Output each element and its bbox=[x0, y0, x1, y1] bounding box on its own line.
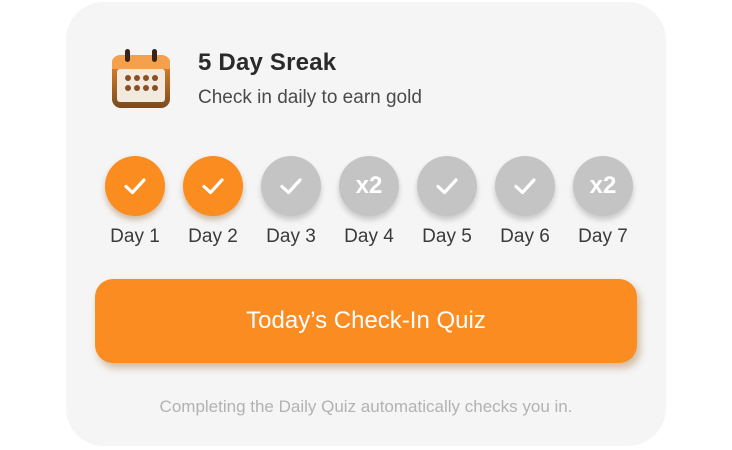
day-item-3: Day 3 bbox=[256, 156, 326, 252]
day-item-6: Day 6 bbox=[490, 156, 560, 252]
day-status-circle bbox=[105, 156, 165, 216]
streak-title: 5 Day Sreak bbox=[198, 49, 337, 76]
day-label: Day 7 bbox=[578, 226, 628, 247]
day-item-5: Day 5 bbox=[412, 156, 482, 252]
day-label: Day 4 bbox=[344, 226, 394, 247]
check-icon bbox=[436, 178, 458, 195]
check-icon bbox=[202, 178, 224, 195]
day-label: Day 2 bbox=[188, 226, 238, 247]
streak-header: 5 Day Sreak Check in daily to earn gold bbox=[110, 48, 422, 110]
day-status-circle bbox=[495, 156, 555, 216]
day-item-1: Day 1 bbox=[100, 156, 170, 252]
day-item-2: Day 2 bbox=[178, 156, 248, 252]
day-status-circle bbox=[417, 156, 477, 216]
day-label: Day 6 bbox=[500, 226, 550, 247]
day-label: Day 5 bbox=[422, 226, 472, 247]
day-item-4: x2 Day 4 bbox=[334, 156, 404, 252]
streak-header-text: 5 Day Sreak Check in daily to earn gold bbox=[198, 48, 422, 110]
day-label: Day 1 bbox=[110, 226, 160, 247]
calendar-icon bbox=[110, 48, 172, 110]
day-item-7: x2 Day 7 bbox=[568, 156, 638, 252]
day-bonus-badge: x2 bbox=[573, 156, 633, 216]
day-status-circle bbox=[261, 156, 321, 216]
check-icon bbox=[280, 178, 302, 195]
streak-subtitle: Check in daily to earn gold bbox=[198, 87, 422, 108]
day-label: Day 3 bbox=[266, 226, 316, 247]
day-status-circle bbox=[183, 156, 243, 216]
check-in-quiz-button[interactable]: Today’s Check-In Quiz bbox=[95, 279, 637, 363]
streak-card: 5 Day Sreak Check in daily to earn gold … bbox=[66, 2, 666, 446]
check-icon bbox=[124, 178, 146, 195]
check-icon bbox=[514, 178, 536, 195]
footnote-text: Completing the Daily Quiz automatically … bbox=[159, 397, 573, 416]
day-bonus-badge: x2 bbox=[339, 156, 399, 216]
day-tracker: Day 1 Day 2 Day 3 x2 Day 4 Day 5 Day 6 x… bbox=[100, 156, 640, 252]
